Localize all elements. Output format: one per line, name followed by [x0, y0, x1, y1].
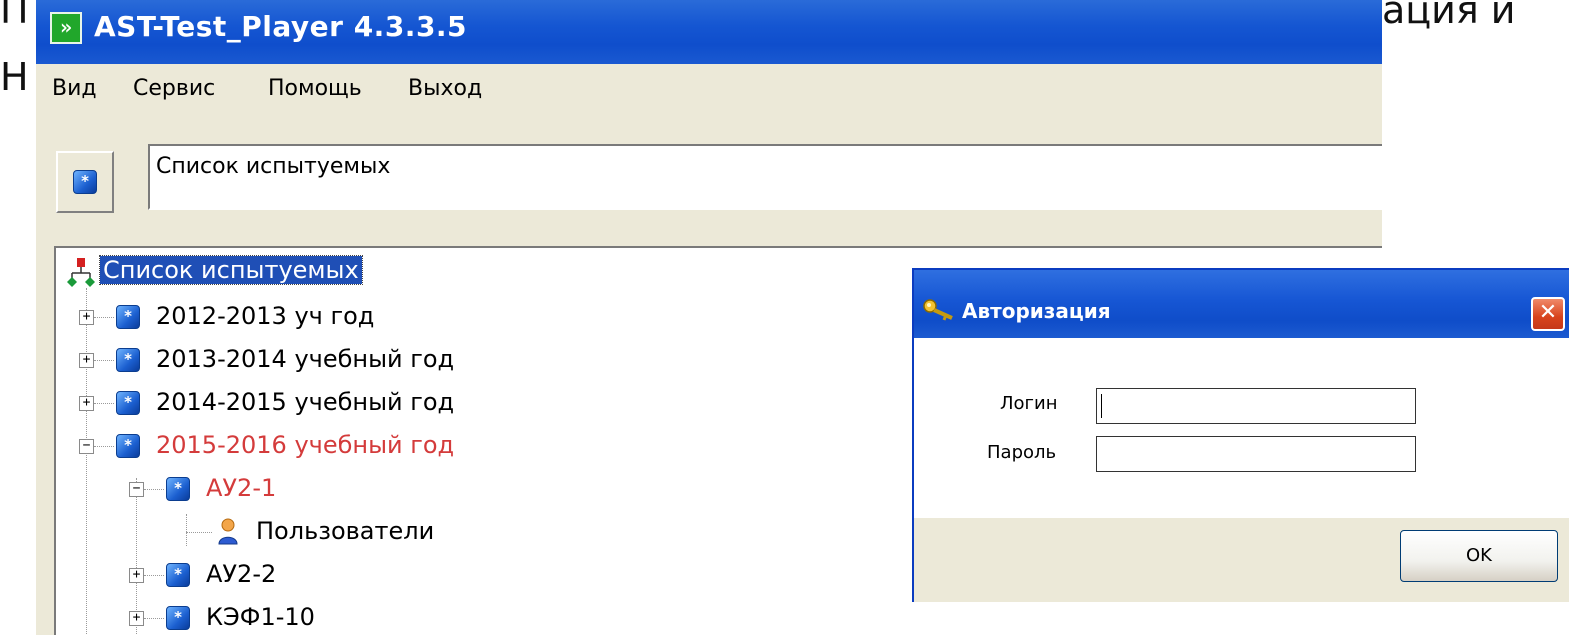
window-titlebar[interactable]: » AST-Test_Player 4.3.3.5: [36, 0, 1382, 64]
dialog-footer: OK: [914, 518, 1569, 602]
group-icon: [166, 606, 190, 630]
window-title: AST-Test_Player 4.3.3.5: [94, 10, 468, 43]
tree-item-2012-2013[interactable]: + 2012-2013 уч год: [56, 298, 656, 334]
slide-title-fragment-left: П: [0, 0, 29, 32]
expand-toggle[interactable]: +: [129, 568, 144, 583]
collapse-toggle[interactable]: −: [79, 439, 94, 454]
dialog-titlebar[interactable]: Авторизация ✕: [914, 270, 1569, 338]
tree-item-label: 2013-2014 учебный год: [156, 345, 455, 373]
tree-item-label: 2015-2016 учебный год: [156, 431, 455, 459]
dialog-title: Авторизация: [962, 299, 1111, 323]
current-node-text: Список испытуемых: [156, 154, 391, 179]
group-icon: [116, 348, 140, 372]
tree-item-2013-2014[interactable]: + 2013-2014 учебный год: [56, 341, 656, 377]
tree-item-au2-2[interactable]: + АУ2-2: [56, 556, 656, 592]
login-field[interactable]: [1096, 388, 1416, 424]
menu-bar: Вид Сервис Помощь Выход: [36, 64, 1382, 118]
tree-line: [94, 360, 114, 361]
close-icon: ✕: [1538, 300, 1558, 325]
tree-item-label: 2012-2013 уч год: [156, 302, 375, 330]
tree-item-label: 2014-2015 учебный год: [156, 388, 455, 416]
tree-item-kef1-10[interactable]: + КЭФ1-10: [56, 599, 656, 635]
tree-item-2015-2016[interactable]: − 2015-2016 учебный год: [56, 427, 656, 463]
ok-button[interactable]: OK: [1400, 530, 1558, 582]
login-label: Логин: [1000, 393, 1058, 414]
tree-line: [94, 317, 114, 318]
expand-toggle[interactable]: +: [79, 353, 94, 368]
tree-item-label: КЭФ1-10: [206, 603, 315, 631]
close-button[interactable]: ✕: [1531, 297, 1565, 331]
group-icon: [116, 391, 140, 415]
dialog-body: Логин Пароль: [914, 338, 1569, 518]
collapse-toggle[interactable]: −: [129, 482, 144, 497]
hierarchy-root-icon: [67, 258, 95, 287]
tree-item-label: АУ2-2: [206, 560, 277, 588]
authorization-dialog: Авторизация ✕ Логин Пароль OK: [912, 268, 1569, 602]
tree-line: [144, 575, 164, 576]
menu-service[interactable]: Сервис: [133, 76, 215, 101]
key-icon: [923, 299, 953, 321]
tree-line: [186, 532, 212, 533]
tree-item-2014-2015[interactable]: + 2014-2015 учебный год: [56, 384, 656, 420]
group-button[interactable]: [56, 151, 114, 213]
tree-line: [94, 446, 114, 447]
tree-item-label: Пользователи: [256, 517, 435, 545]
slide-title-fragment-line2: Н: [0, 55, 29, 99]
group-icon: [116, 305, 140, 329]
slide-title-fragment-right: ация и: [1382, 0, 1516, 32]
tree-line: [144, 618, 164, 619]
app-logo-icon: »: [50, 12, 82, 44]
tree-item-au2-1[interactable]: − АУ2-1: [56, 470, 656, 506]
tree-root[interactable]: Список испытуемых: [56, 252, 556, 288]
password-field[interactable]: [1096, 436, 1416, 472]
group-icon: [166, 563, 190, 587]
text-caret: [1101, 394, 1102, 418]
toolbar: Список испытуемых: [36, 118, 1382, 238]
group-icon: [73, 170, 97, 194]
expand-toggle[interactable]: +: [129, 611, 144, 626]
expand-toggle[interactable]: +: [79, 310, 94, 325]
expand-toggle[interactable]: +: [79, 396, 94, 411]
tree-line: [94, 403, 114, 404]
tree-item-users[interactable]: Пользователи: [56, 513, 656, 549]
current-node-field: Список испытуемых: [148, 144, 1382, 210]
user-icon: [218, 518, 238, 545]
tree-root-label: Список испытуемых: [99, 255, 363, 285]
menu-help[interactable]: Помощь: [268, 76, 362, 101]
group-icon: [116, 434, 140, 458]
group-icon: [166, 477, 190, 501]
menu-view[interactable]: Вид: [52, 76, 97, 101]
password-label: Пароль: [987, 442, 1057, 463]
tree-item-label: АУ2-1: [206, 474, 277, 502]
tree-line: [144, 489, 164, 490]
menu-exit[interactable]: Выход: [408, 76, 482, 101]
